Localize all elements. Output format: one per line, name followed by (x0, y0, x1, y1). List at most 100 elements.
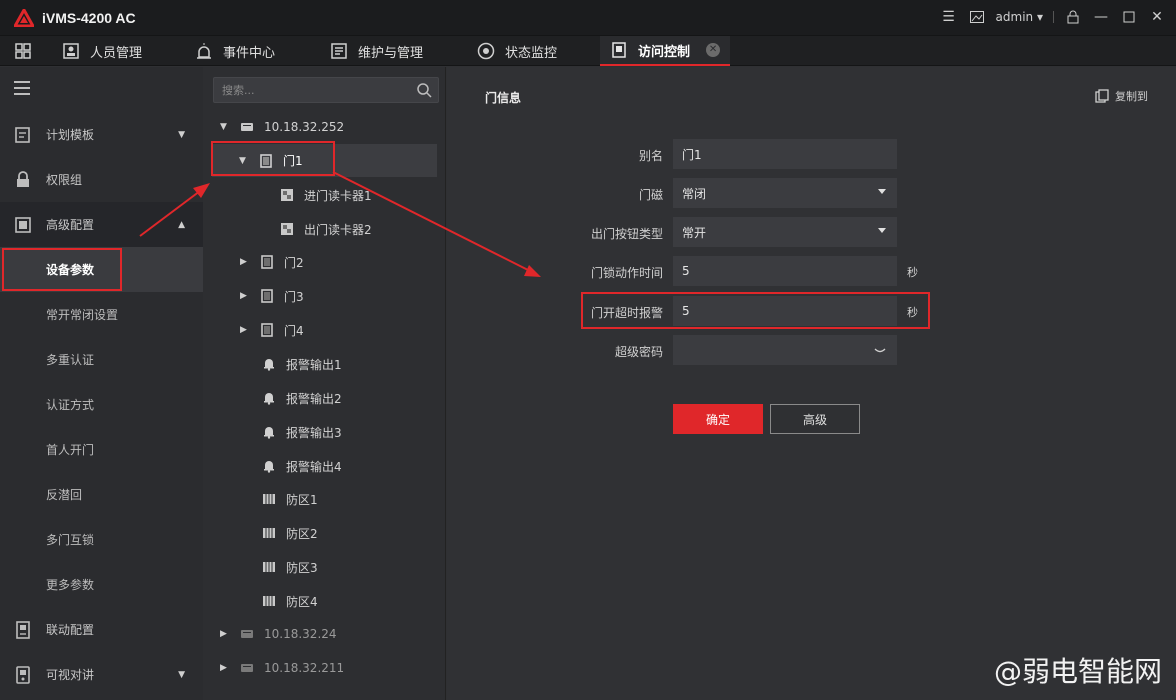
zone-icon (263, 596, 275, 606)
tree-alarm-output-node[interactable]: 报警输出2 (262, 385, 342, 411)
tree-reader-node[interactable]: 进门读卡器1 (280, 182, 372, 208)
chevron-right-icon[interactable]: ▶ (220, 663, 232, 673)
tree-door-node[interactable]: ▶ 门3 (240, 283, 304, 309)
eye-closed-icon[interactable] (874, 347, 886, 355)
tree-label: 防区1 (286, 492, 318, 507)
search-icon[interactable] (416, 82, 432, 98)
sidebar-item-anti-passback[interactable]: 反潜回 (0, 472, 203, 517)
tree-reader-node[interactable]: 出门读卡器2 (280, 216, 372, 242)
super-password-field[interactable] (673, 335, 897, 365)
tree-device-node[interactable]: ▼ 10.18.32.252 (220, 114, 344, 140)
lock-icon[interactable] (1064, 8, 1082, 26)
device-icon (241, 664, 253, 672)
lock-action-time-field[interactable]: 5 (673, 256, 897, 286)
tree-label: 10.18.32.211 (264, 661, 345, 675)
bell-icon (264, 461, 274, 473)
ok-button[interactable]: 确定 (673, 404, 763, 434)
sidebar-item-schedule-template[interactable]: 计划模板 ▼ (0, 112, 203, 157)
hamburger-menu-icon[interactable] (14, 81, 30, 95)
search-input[interactable] (214, 78, 410, 102)
advanced-button[interactable]: 高级 (770, 404, 860, 434)
image-icon[interactable] (968, 8, 986, 26)
tree-door-node[interactable]: ▼ 门1 (212, 144, 437, 177)
tree-label: 报警输出2 (286, 391, 342, 406)
tree-zone-node[interactable]: 防区2 (262, 520, 318, 546)
tree-alarm-output-node[interactable]: 报警输出4 (262, 453, 342, 479)
intercom-icon (16, 665, 30, 684)
sidebar-item-first-person[interactable]: 首人开门 (0, 427, 203, 472)
sidebar-item-more-params[interactable]: 更多参数 (0, 562, 203, 607)
copy-to-label: 复制到 (1115, 90, 1148, 103)
tree-alarm-output-node[interactable]: 报警输出3 (262, 419, 342, 445)
chevron-right-icon[interactable]: ▶ (240, 291, 252, 301)
door-info-panel: 门信息 复制到 别名 门1 门磁 常闭 出门按钮类型 常开 门锁动作时间 5 秒… (447, 67, 1176, 700)
sidebar-item-label: 多重认证 (46, 353, 95, 367)
user-menu[interactable]: admin ▾ (996, 10, 1043, 24)
open-timeout-alarm-field[interactable]: 5 (673, 296, 897, 326)
sidebar-item-label: 首人开门 (46, 443, 95, 457)
alias-field[interactable]: 门1 (673, 139, 897, 169)
door-contact-select[interactable]: 常闭 (673, 178, 897, 208)
panel-title: 门信息 (485, 91, 522, 105)
chevron-right-icon[interactable]: ▶ (240, 325, 252, 335)
tree-label: 报警输出4 (286, 459, 342, 474)
sidebar-item-auth-mode[interactable]: 认证方式 (0, 382, 203, 427)
tree-label: 门2 (284, 255, 304, 270)
lock-icon (17, 170, 29, 187)
tab-status-monitor[interactable]: 状态监控 (477, 36, 557, 66)
watermark: @弱电智能网 (993, 655, 1162, 688)
access-control-icon (610, 41, 628, 59)
door-contact-value: 常闭 (682, 186, 707, 201)
sidebar-item-interlock[interactable]: 多门互锁 (0, 517, 203, 562)
tree-label: 防区2 (286, 526, 318, 541)
chevron-down-icon (878, 228, 886, 233)
tree-zone-node[interactable]: 防区3 (262, 554, 318, 580)
tree-label: 防区4 (286, 594, 318, 609)
card-reader-icon (281, 189, 293, 201)
sidebar-item-normally-open-closed[interactable]: 常开常闭设置 (0, 292, 203, 337)
sidebar-item-label: 反潜回 (46, 488, 83, 502)
sidebar-item-multi-auth[interactable]: 多重认证 (0, 337, 203, 382)
tree-door-node[interactable]: ▶ 门2 (240, 249, 304, 275)
tab-label: 状态监控 (505, 45, 558, 61)
tree-zone-node[interactable]: 防区1 (262, 486, 318, 512)
chevron-right-icon[interactable]: ▶ (220, 629, 232, 639)
sidebar-item-device-params[interactable]: 设备参数 (0, 247, 203, 292)
tree-label: 防区3 (286, 560, 318, 575)
sidebar-item-linkage[interactable]: 联动配置 (0, 607, 203, 652)
tree-label: 10.18.32.24 (264, 627, 337, 641)
tab-person-management[interactable]: 人员管理 (62, 36, 142, 66)
sidebar-item-intercom[interactable]: 可视对讲 ▼ (0, 652, 203, 697)
close-icon[interactable]: ✕ (1148, 8, 1166, 26)
sidebar-item-permission-group[interactable]: 权限组 (0, 157, 203, 202)
chevron-up-icon: ▲ (178, 219, 185, 230)
tree-device-node[interactable]: ▶ 10.18.32.24 (220, 621, 337, 647)
sidebar: 计划模板 ▼ 权限组 高级配置 ▲ 设备参数 常开常闭设置 多重认证 认证方式 … (0, 67, 203, 700)
tab-label: 人员管理 (90, 45, 143, 61)
tab-close-icon[interactable]: ✕ (706, 43, 721, 57)
tree-door-node[interactable]: ▶ 门4 (240, 317, 304, 343)
chevron-right-icon[interactable]: ▶ (240, 257, 252, 267)
door-icon (261, 289, 273, 303)
exit-button-type-select[interactable]: 常开 (673, 217, 897, 247)
search-box (213, 77, 439, 103)
list-icon[interactable]: ☰ (940, 8, 958, 26)
minimize-icon[interactable]: — (1092, 8, 1110, 26)
maximize-icon[interactable] (1120, 8, 1138, 26)
tree-alarm-output-node[interactable]: 报警输出1 (262, 351, 342, 377)
exit-button-type-label: 出门按钮类型 (590, 227, 663, 241)
lock-action-time-label: 门锁动作时间 (590, 266, 663, 280)
tree-device-node[interactable]: ▶ 10.18.32.211 (220, 655, 344, 681)
tab-label: 事件中心 (223, 45, 276, 61)
copy-to-button[interactable]: 复制到 (1095, 88, 1148, 104)
sidebar-item-advanced-config[interactable]: 高级配置 ▲ (0, 202, 203, 247)
chevron-down-icon[interactable]: ▼ (239, 156, 251, 166)
home-grid-icon[interactable] (14, 42, 32, 60)
sidebar-item-label: 权限组 (46, 173, 83, 187)
tab-maintenance[interactable]: 维护与管理 (330, 36, 423, 66)
chevron-down-icon[interactable]: ▼ (220, 122, 232, 132)
status-monitor-icon (477, 42, 495, 60)
tab-event-center[interactable]: 事件中心 (195, 36, 275, 66)
tree-zone-node[interactable]: 防区4 (262, 588, 318, 614)
tab-access-control[interactable]: 访问控制 ✕ (600, 36, 731, 66)
